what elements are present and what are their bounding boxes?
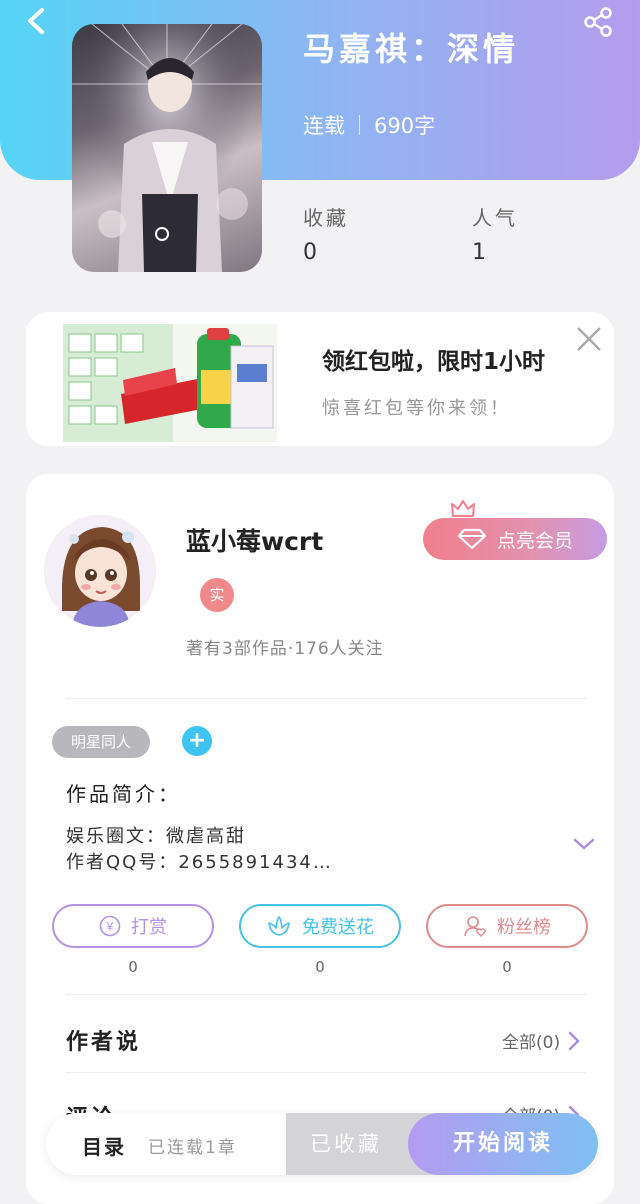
intro-heading: 作品简介： (66, 782, 181, 806)
book-title: 马嘉祺：深情 (303, 30, 520, 68)
reward-button[interactable]: ¥ 打赏 (52, 904, 214, 948)
collect-stat-value: 0 (303, 240, 317, 265)
collected-button-label: 已收藏 (310, 1132, 382, 1156)
divider (66, 698, 586, 699)
ad-banner[interactable]: 领红包啦，限时1小时 惊喜红包等你来领！ (26, 312, 614, 446)
crown-icon (451, 500, 475, 517)
genre-tag[interactable]: 明星同人 (52, 726, 150, 758)
author-stats: 著有3部作品·176人关注 (186, 639, 384, 659)
toc-button[interactable]: 目录 (82, 1131, 126, 1160)
fan-count: 0 (502, 958, 512, 976)
author-notes-all-link[interactable]: 全部(0) (502, 1028, 580, 1053)
vip-button[interactable]: 点亮会员 (423, 518, 607, 560)
bottom-action-bar: 目录 已连载1章 已收藏 开始阅读 (46, 1113, 598, 1175)
intro-line: 娱乐圈文：微虐高甜 (66, 826, 246, 847)
collect-stat-label: 收藏 (303, 206, 349, 230)
send-flower-label: 免费送花 (302, 917, 374, 938)
chapter-count[interactable]: 已连载1章 (148, 1133, 237, 1158)
popularity-stat-value: 1 (472, 240, 486, 265)
serial-status: 连载 (303, 114, 345, 138)
yen-coin-icon: ¥ (99, 915, 121, 937)
flower-count: 0 (315, 958, 325, 976)
svg-text:¥: ¥ (106, 920, 114, 934)
send-flower-button[interactable]: 免费送花 (239, 904, 401, 948)
close-icon[interactable] (576, 326, 602, 352)
book-cover-image[interactable] (72, 24, 262, 272)
ad-title: 领红包啦，限时1小时 (322, 349, 546, 375)
back-arrow-icon[interactable] (22, 6, 52, 36)
intro-line: 作者QQ号：2655891434… (66, 852, 333, 873)
fan-ranking-button[interactable]: 粉丝榜 (426, 904, 588, 948)
author-name[interactable]: 蓝小莓wcrt (186, 522, 323, 558)
ad-subtitle: 惊喜红包等你来领！ (322, 398, 511, 419)
user-heart-icon (464, 916, 486, 937)
vip-button-label: 点亮会员 (496, 529, 573, 552)
chevron-down-icon[interactable] (572, 836, 596, 852)
start-reading-button[interactable]: 开始阅读 (408, 1113, 598, 1175)
book-status-line: 连载 690字 (303, 110, 435, 140)
add-tag-button[interactable]: + (182, 726, 212, 756)
ad-image[interactable] (63, 324, 277, 442)
author-avatar[interactable] (44, 515, 156, 627)
reward-button-label: 打赏 (131, 917, 167, 938)
status-divider (359, 115, 360, 135)
word-count: 690字 (374, 114, 436, 138)
popularity-stat-label: 人气 (472, 206, 518, 230)
verified-badge: 实 (200, 578, 234, 612)
divider (66, 1072, 586, 1073)
share-icon[interactable] (582, 6, 614, 38)
fan-ranking-label: 粉丝榜 (497, 917, 551, 938)
author-notes-all-label: 全部(0) (502, 1033, 561, 1053)
reward-count: 0 (128, 958, 138, 976)
divider (66, 994, 586, 995)
diamond-icon (457, 528, 487, 550)
flower-icon (268, 916, 290, 936)
author-notes-title: 作者说 (66, 1030, 142, 1055)
chevron-right-icon (568, 1031, 580, 1050)
